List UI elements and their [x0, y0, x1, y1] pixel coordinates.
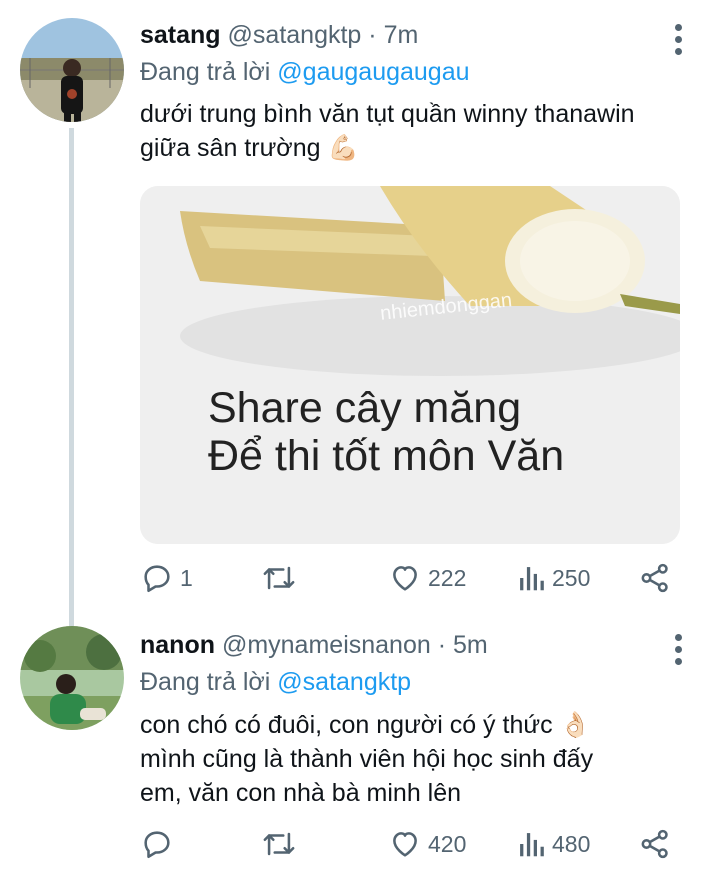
- view-count: 250: [552, 564, 591, 591]
- reply-icon: [144, 831, 170, 859]
- share-button[interactable]: [638, 824, 672, 864]
- reply-count: 1: [180, 564, 193, 591]
- timestamp[interactable]: · 5m: [438, 631, 488, 659]
- retweet-button[interactable]: [260, 824, 304, 864]
- tweet-actions: 1 222 250: [140, 558, 700, 598]
- timestamp[interactable]: · 7m: [368, 21, 418, 49]
- tweet-satang[interactable]: satang @satangktp · 7m Đang trả lời @gau…: [0, 0, 720, 620]
- reply-context: Đang trả lời @satangktp: [140, 668, 411, 697]
- tweet-text-line: con chó có đuôi, con người có ý thức 👌🏻: [140, 711, 591, 739]
- views-icon: [520, 567, 544, 591]
- like-button[interactable]: 420: [388, 824, 466, 864]
- like-count: 222: [428, 564, 467, 591]
- like-icon: [393, 566, 417, 591]
- tweet-text-line: mình cũng là thành viên hội học sinh đấy: [140, 745, 594, 773]
- user-handle[interactable]: @mynameisnanon: [222, 631, 431, 659]
- retweet-icon: [263, 566, 295, 590]
- views-button[interactable]: 250: [516, 558, 590, 598]
- image-caption-line: Share cây măng: [208, 384, 522, 432]
- retweet-icon: [263, 832, 295, 856]
- tweet-header: nanon @mynameisnanon · 5m: [140, 631, 488, 660]
- tweet-media[interactable]: nhiemdonggan Share cây măng Để thi tốt m…: [140, 186, 680, 544]
- reply-mention[interactable]: @satangktp: [277, 668, 411, 696]
- user-handle[interactable]: @satangktp: [228, 21, 362, 49]
- share-icon: [641, 563, 668, 593]
- avatar[interactable]: [20, 18, 124, 122]
- retweet-button[interactable]: [260, 558, 304, 598]
- reply-button[interactable]: 1: [140, 558, 193, 598]
- display-name[interactable]: nanon: [140, 631, 215, 659]
- reply-prefix: Đang trả lời: [140, 58, 271, 86]
- like-button[interactable]: 222: [388, 558, 466, 598]
- tweet-text-line: giữa sân trường 💪🏻: [140, 134, 359, 162]
- reply-mention[interactable]: @gaugaugaugau: [277, 58, 469, 86]
- more-icon[interactable]: [668, 24, 688, 56]
- tweet-nanon[interactable]: nanon @mynameisnanon · 5m Đang trả lời @…: [0, 620, 720, 874]
- tweet-text-line: dưới trung bình văn tụt quần winny thana…: [140, 100, 635, 128]
- views-button[interactable]: 480: [516, 824, 590, 864]
- more-icon[interactable]: [668, 634, 688, 666]
- display-name[interactable]: satang: [140, 21, 221, 49]
- view-count: 480: [552, 830, 591, 857]
- reply-button[interactable]: [140, 824, 180, 864]
- bamboo-shoot-image: [140, 186, 680, 544]
- tweet-actions: 420 480: [140, 824, 700, 864]
- share-button[interactable]: [638, 558, 672, 598]
- tweet-text-line: em, văn con nhà bà minh lên: [140, 779, 462, 807]
- like-count: 420: [428, 830, 467, 857]
- image-caption-line: Để thi tốt môn Văn: [208, 432, 565, 480]
- avatar[interactable]: [20, 626, 124, 730]
- like-icon: [393, 832, 417, 857]
- tweet-text: dưới trung bình văn tụt quần winny thana…: [140, 97, 635, 165]
- tweet-text: con chó có đuôi, con người có ý thức 👌🏻 …: [140, 708, 593, 810]
- image-caption: Share cây măng Để thi tốt môn Văn: [208, 384, 564, 480]
- reply-icon: [144, 565, 170, 593]
- reply-context: Đang trả lời @gaugaugaugau: [140, 58, 470, 87]
- reply-prefix: Đang trả lời: [140, 668, 271, 696]
- tweet-header: satang @satangktp · 7m: [140, 21, 418, 50]
- views-icon: [520, 833, 544, 857]
- share-icon: [641, 829, 668, 859]
